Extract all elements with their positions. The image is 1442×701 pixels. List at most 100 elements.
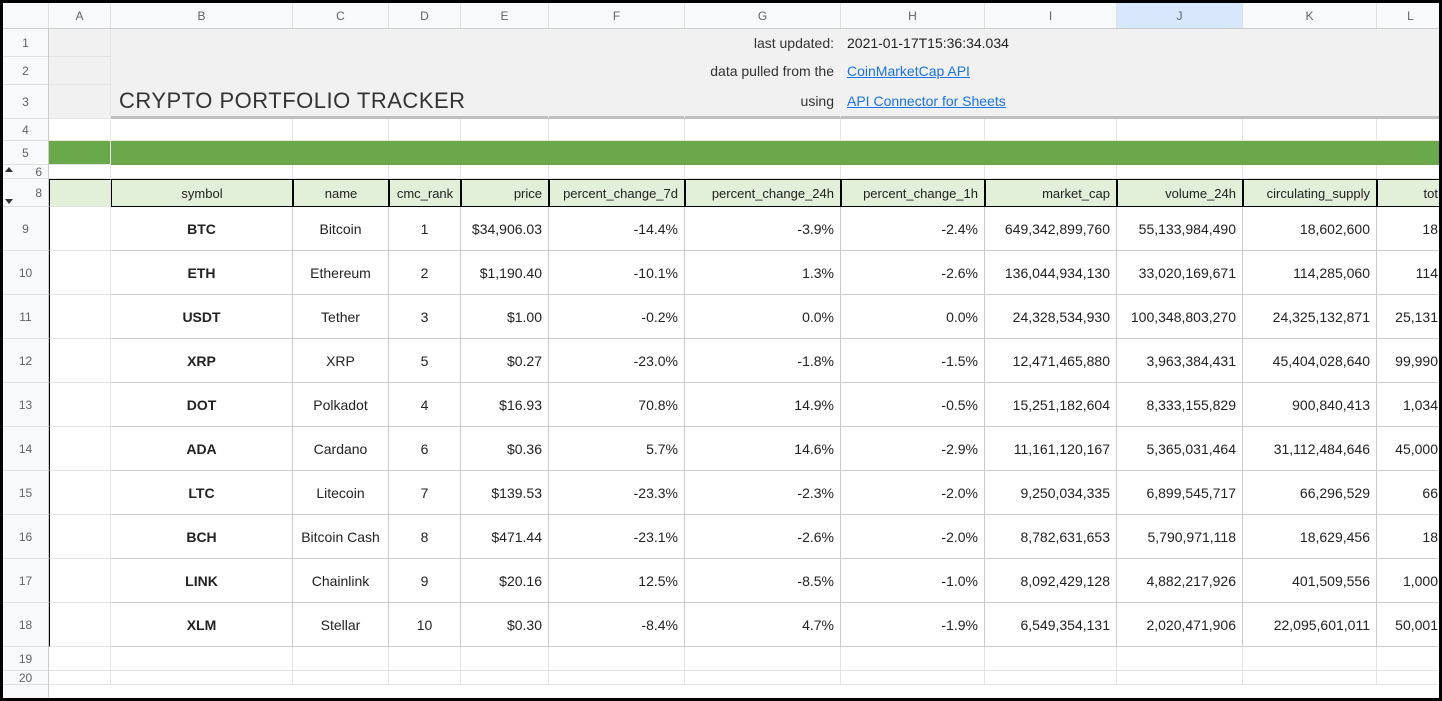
cell-pc24h-row4[interactable]: 14.9% xyxy=(685,383,841,427)
cell-vol24h-row1[interactable]: 33,020,169,671 xyxy=(1117,251,1243,295)
cell-pc24h-row0[interactable]: -3.9% xyxy=(685,207,841,251)
cell-name-row6[interactable]: Litecoin xyxy=(293,471,389,515)
row-header-14[interactable]: 14 xyxy=(3,427,48,471)
column-header-L[interactable]: L xyxy=(1377,3,1439,29)
cell-circ-row4[interactable]: 900,840,413 xyxy=(1243,383,1377,427)
cell-cmc_rank-row6[interactable]: 7 xyxy=(389,471,461,515)
cell-price-row6[interactable]: $139.53 xyxy=(461,471,549,515)
row-header-15[interactable]: 15 xyxy=(3,471,48,515)
table-header-percent_change_1h[interactable]: percent_change_1h xyxy=(841,179,985,207)
cell-pc7d-row4[interactable]: 70.8% xyxy=(549,383,685,427)
row-header-13[interactable]: 13 xyxy=(3,383,48,427)
column-header-C[interactable]: C xyxy=(293,3,389,29)
cell-tot-row1[interactable]: 114 xyxy=(1377,251,1439,295)
cell-price-row5[interactable]: $0.36 xyxy=(461,427,549,471)
table-header-price[interactable]: price xyxy=(461,179,549,207)
cell-price-row1[interactable]: $1,190.40 xyxy=(461,251,549,295)
cell-symbol-row8[interactable]: LINK xyxy=(111,559,293,603)
cell-cmc_rank-row0[interactable]: 1 xyxy=(389,207,461,251)
cell-name-row8[interactable]: Chainlink xyxy=(293,559,389,603)
cell-circ-row0[interactable]: 18,602,600 xyxy=(1243,207,1377,251)
cell-name-row9[interactable]: Stellar xyxy=(293,603,389,647)
row-header-16[interactable]: 16 xyxy=(3,515,48,559)
cell-cmc_rank-row8[interactable]: 9 xyxy=(389,559,461,603)
cell-price-row3[interactable]: $0.27 xyxy=(461,339,549,383)
meta-value-2[interactable]: API Connector for Sheets xyxy=(841,85,1439,119)
cell-symbol-row3[interactable]: XRP xyxy=(111,339,293,383)
cell-vol24h-row3[interactable]: 3,963,384,431 xyxy=(1117,339,1243,383)
table-header-circulating_supply[interactable]: circulating_supply xyxy=(1243,179,1377,207)
cell-mcap-row9[interactable]: 6,549,354,131 xyxy=(985,603,1117,647)
column-header-I[interactable]: I xyxy=(985,3,1117,29)
column-header-K[interactable]: K xyxy=(1243,3,1377,29)
cell-pc24h-row3[interactable]: -1.8% xyxy=(685,339,841,383)
row-header-4[interactable]: 4 xyxy=(3,119,48,141)
cell-pc24h-row5[interactable]: 14.6% xyxy=(685,427,841,471)
cell-name-row4[interactable]: Polkadot xyxy=(293,383,389,427)
row-header-17[interactable]: 17 xyxy=(3,559,48,603)
cell-tot-row2[interactable]: 25,131 xyxy=(1377,295,1439,339)
row-header-6[interactable]: 6 xyxy=(3,165,48,179)
cell-name-row0[interactable]: Bitcoin xyxy=(293,207,389,251)
cell-price-row7[interactable]: $471.44 xyxy=(461,515,549,559)
cell-name-row7[interactable]: Bitcoin Cash xyxy=(293,515,389,559)
cell-cmc_rank-row4[interactable]: 4 xyxy=(389,383,461,427)
cell-pc7d-row2[interactable]: -0.2% xyxy=(549,295,685,339)
row-header-9[interactable]: 9 xyxy=(3,207,48,251)
cell-pc7d-row9[interactable]: -8.4% xyxy=(549,603,685,647)
cell-vol24h-row4[interactable]: 8,333,155,829 xyxy=(1117,383,1243,427)
cell-mcap-row1[interactable]: 136,044,934,130 xyxy=(985,251,1117,295)
table-header-tot[interactable]: tot xyxy=(1377,179,1439,207)
row-header-11[interactable]: 11 xyxy=(3,295,48,339)
cell-mcap-row7[interactable]: 8,782,631,653 xyxy=(985,515,1117,559)
table-header-cmc_rank[interactable]: cmc_rank xyxy=(389,179,461,207)
cell-mcap-row2[interactable]: 24,328,534,930 xyxy=(985,295,1117,339)
row-header-20[interactable]: 20 xyxy=(3,671,48,685)
cell-pc1h-row5[interactable]: -2.9% xyxy=(841,427,985,471)
cell-name-row3[interactable]: XRP xyxy=(293,339,389,383)
table-header-symbol[interactable]: symbol xyxy=(111,179,293,207)
cell-circ-row3[interactable]: 45,404,028,640 xyxy=(1243,339,1377,383)
cell-pc1h-row0[interactable]: -2.4% xyxy=(841,207,985,251)
cell-circ-row1[interactable]: 114,285,060 xyxy=(1243,251,1377,295)
cell-vol24h-row8[interactable]: 4,882,217,926 xyxy=(1117,559,1243,603)
cell-price-row8[interactable]: $20.16 xyxy=(461,559,549,603)
cell-mcap-row5[interactable]: 11,161,120,167 xyxy=(985,427,1117,471)
cell-pc24h-row1[interactable]: 1.3% xyxy=(685,251,841,295)
cell-pc24h-row6[interactable]: -2.3% xyxy=(685,471,841,515)
cell-mcap-row8[interactable]: 8,092,429,128 xyxy=(985,559,1117,603)
row-header-3[interactable]: 3 xyxy=(3,85,48,119)
cell-pc1h-row4[interactable]: -0.5% xyxy=(841,383,985,427)
cell-mcap-row6[interactable]: 9,250,034,335 xyxy=(985,471,1117,515)
cell-pc7d-row3[interactable]: -23.0% xyxy=(549,339,685,383)
cell-pc7d-row6[interactable]: -23.3% xyxy=(549,471,685,515)
cell-symbol-row2[interactable]: USDT xyxy=(111,295,293,339)
cell-symbol-row6[interactable]: LTC xyxy=(111,471,293,515)
column-header-B[interactable]: B xyxy=(111,3,293,29)
row-header-2[interactable]: 2 xyxy=(3,57,48,85)
cell-pc1h-row8[interactable]: -1.0% xyxy=(841,559,985,603)
meta-value-1[interactable]: CoinMarketCap API xyxy=(841,57,1439,85)
column-header-G[interactable]: G xyxy=(685,3,841,29)
cell-price-row2[interactable]: $1.00 xyxy=(461,295,549,339)
row-header-1[interactable]: 1 xyxy=(3,29,48,57)
cell-pc7d-row7[interactable]: -23.1% xyxy=(549,515,685,559)
cell-tot-row8[interactable]: 1,000 xyxy=(1377,559,1439,603)
table-header-percent_change_7d[interactable]: percent_change_7d xyxy=(549,179,685,207)
row-header-5[interactable]: 5 xyxy=(3,141,48,165)
column-header-F[interactable]: F xyxy=(549,3,685,29)
table-header-percent_change_24h[interactable]: percent_change_24h xyxy=(685,179,841,207)
table-header-volume_24h[interactable]: volume_24h xyxy=(1117,179,1243,207)
row-header-8[interactable]: 8 xyxy=(3,179,48,207)
cell-tot-row7[interactable]: 18 xyxy=(1377,515,1439,559)
cell-tot-row5[interactable]: 45,000 xyxy=(1377,427,1439,471)
cell-pc7d-row5[interactable]: 5.7% xyxy=(549,427,685,471)
cell-tot-row4[interactable]: 1,034 xyxy=(1377,383,1439,427)
cell-mcap-row3[interactable]: 12,471,465,880 xyxy=(985,339,1117,383)
cell-vol24h-row6[interactable]: 6,899,545,717 xyxy=(1117,471,1243,515)
cell-pc7d-row8[interactable]: 12.5% xyxy=(549,559,685,603)
cell-circ-row7[interactable]: 18,629,456 xyxy=(1243,515,1377,559)
cell-pc1h-row7[interactable]: -2.0% xyxy=(841,515,985,559)
cell-symbol-row4[interactable]: DOT xyxy=(111,383,293,427)
column-header-H[interactable]: H xyxy=(841,3,985,29)
